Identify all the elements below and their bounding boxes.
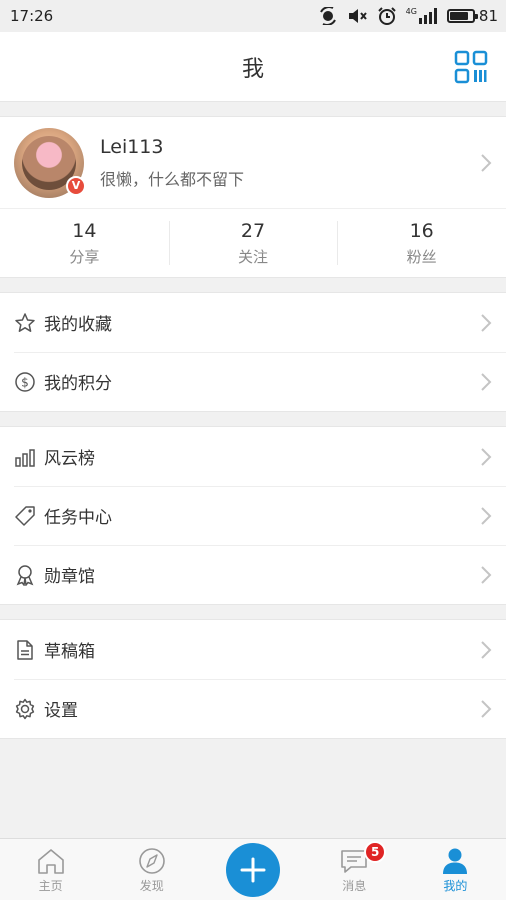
star-icon — [14, 312, 36, 334]
avatar[interactable]: V — [14, 127, 86, 198]
chevron-right-icon — [481, 506, 492, 525]
plus-icon — [240, 857, 266, 883]
compass-icon — [138, 848, 165, 874]
person-icon — [443, 848, 468, 874]
username: Lei113 — [100, 135, 164, 158]
menu-label-settings: 设置 — [44, 701, 78, 721]
chevron-right-icon — [481, 640, 492, 659]
network-label: 4G — [405, 7, 417, 16]
medal-icon — [14, 564, 36, 586]
status-bar: 17:26 4G 81 — [0, 0, 506, 32]
battery-indicator: 81 — [446, 7, 498, 25]
menu-group-collections: 我的收藏 $ 我的积分 — [0, 292, 506, 412]
profile-header[interactable]: V Lei113 很懒，什么都不留下 — [0, 117, 506, 209]
tab-home-label: 主页 — [38, 879, 63, 893]
profile-card: V Lei113 很懒，什么都不留下 14 分享 27 关注 16 粉丝 — [0, 116, 506, 278]
profile-stats: 14 分享 27 关注 16 粉丝 — [0, 209, 506, 277]
home-icon — [37, 849, 64, 874]
menu-label-points: 我的积分 — [44, 374, 112, 394]
sync-icon — [319, 7, 336, 25]
tab-discover[interactable]: 发现 — [101, 839, 202, 900]
menu-group-activities: 风云榜 任务中心 勋章馆 — [0, 426, 506, 605]
chevron-right-icon — [481, 313, 492, 332]
post-button[interactable] — [226, 843, 280, 897]
tab-me-label: 我的 — [443, 879, 468, 893]
tab-discover-label: 发现 — [139, 879, 164, 893]
message-badge: 5 — [364, 841, 387, 863]
verified-badge: V — [66, 175, 86, 196]
menu-item-settings[interactable]: 设置 — [0, 679, 506, 738]
status-icons: 4G 81 — [318, 7, 498, 25]
svg-text:$: $ — [21, 375, 29, 389]
stat-followers[interactable]: 16 粉丝 — [337, 209, 506, 277]
stat-following[interactable]: 27 关注 — [168, 209, 338, 277]
alarm-icon — [377, 7, 396, 25]
stat-shares-label: 分享 — [69, 247, 100, 266]
tab-messages[interactable]: 5 消息 — [304, 839, 405, 900]
menu-item-ranking[interactable]: 风云榜 — [0, 427, 506, 486]
bar-chart-icon — [14, 446, 36, 468]
stat-following-label: 关注 — [238, 247, 269, 266]
status-time: 17:26 — [10, 7, 54, 25]
chevron-right-icon — [481, 153, 492, 172]
stat-followers-value: 16 — [409, 219, 434, 242]
tag-icon — [14, 505, 36, 527]
menu-label-favorites: 我的收藏 — [44, 315, 112, 335]
bottom-tab-bar: 主页 发现 5 消息 我的 — [0, 838, 506, 900]
tab-home[interactable]: 主页 — [0, 839, 101, 900]
menu-item-favorites[interactable]: 我的收藏 — [0, 293, 506, 352]
menu-item-tasks[interactable]: 任务中心 — [0, 486, 506, 545]
chevron-right-icon — [481, 372, 492, 391]
stat-shares[interactable]: 14 分享 — [0, 209, 169, 277]
stat-followers-label: 粉丝 — [406, 247, 437, 266]
menu-label-ranking: 风云榜 — [44, 449, 95, 469]
qr-code-icon[interactable] — [454, 50, 488, 84]
menu-label-tasks: 任务中心 — [44, 508, 112, 528]
tab-post[interactable] — [202, 839, 303, 900]
signal-icon: 4G — [406, 8, 437, 24]
coin-icon: $ — [14, 371, 36, 393]
page-title: 我 — [241, 56, 264, 82]
user-signature: 很懒，什么都不留下 — [100, 169, 245, 189]
document-icon — [14, 639, 36, 661]
menu-label-drafts: 草稿箱 — [44, 642, 95, 662]
chevron-right-icon — [481, 699, 492, 718]
battery-percent: 81 — [478, 7, 498, 25]
gear-icon — [14, 698, 36, 720]
menu-group-system: 草稿箱 设置 — [0, 619, 506, 739]
mute-icon — [348, 9, 367, 23]
nav-bar: 我 — [0, 32, 506, 102]
tab-messages-label: 消息 — [342, 879, 367, 893]
chevron-right-icon — [481, 447, 492, 466]
battery-fill — [449, 12, 468, 20]
tab-me[interactable]: 我的 — [405, 839, 506, 900]
menu-item-points[interactable]: $ 我的积分 — [0, 352, 506, 411]
menu-label-medals: 勋章馆 — [44, 567, 95, 587]
stat-following-value: 27 — [240, 219, 266, 242]
menu-item-drafts[interactable]: 草稿箱 — [0, 620, 506, 679]
chevron-right-icon — [481, 565, 492, 584]
stat-shares-value: 14 — [72, 219, 97, 242]
menu-item-medals[interactable]: 勋章馆 — [0, 545, 506, 604]
